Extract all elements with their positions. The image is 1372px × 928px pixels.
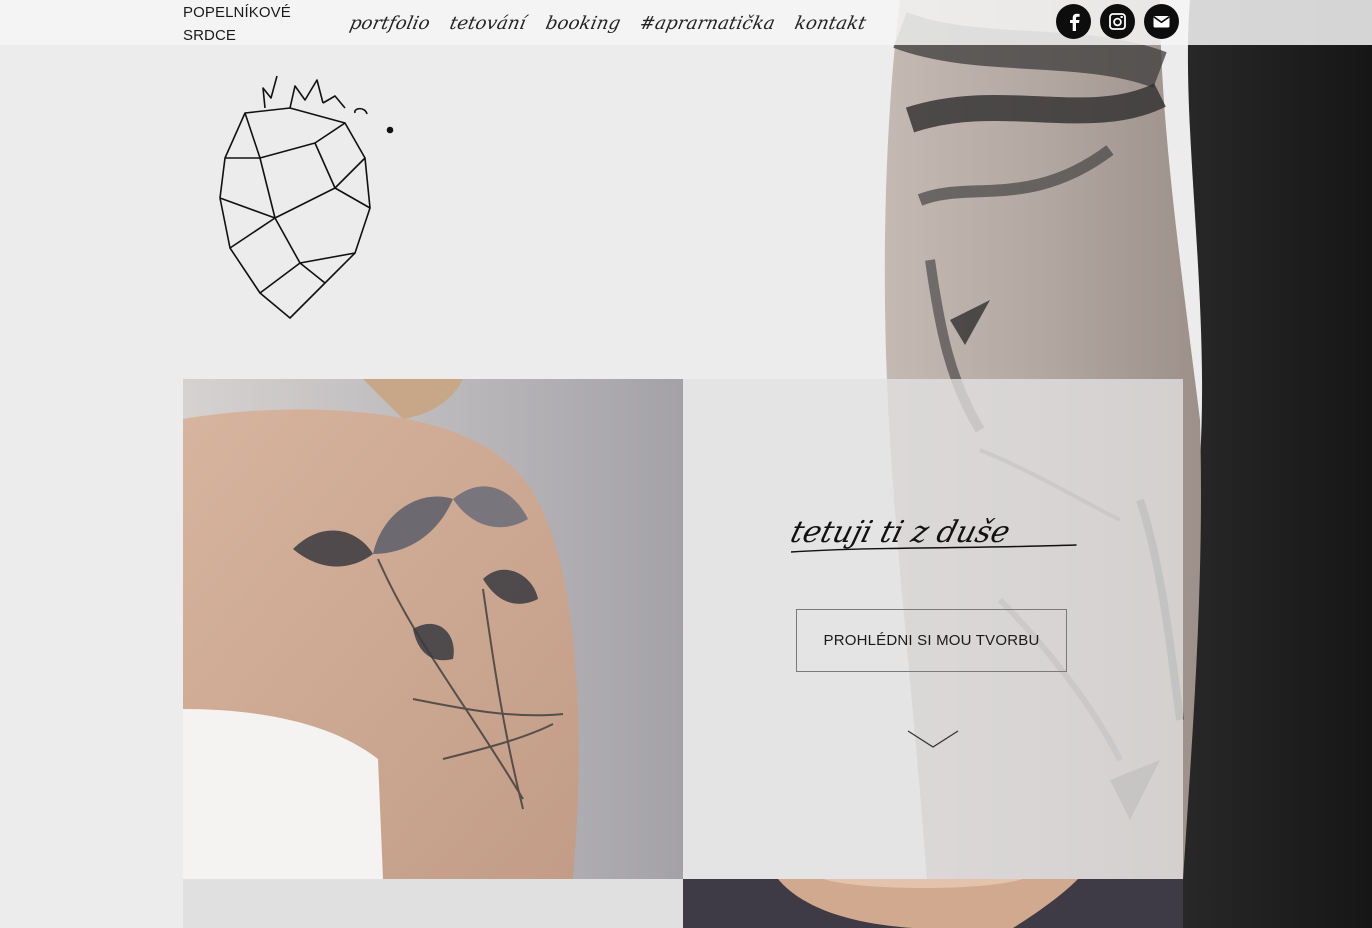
featured-tattoo-photo[interactable] bbox=[183, 379, 683, 879]
heart-sketch-illustration bbox=[205, 68, 415, 328]
social-links bbox=[1056, 4, 1179, 39]
instagram-icon bbox=[1109, 13, 1126, 30]
nav-tetovani[interactable]: tetování bbox=[448, 13, 528, 34]
brand-line-2: SRDCE bbox=[183, 27, 237, 44]
nav-kontakt[interactable]: kontakt bbox=[793, 13, 868, 34]
brand-logo-link[interactable]: POPELNÍKOVÉ SRDCE bbox=[183, 1, 303, 47]
facebook-button[interactable] bbox=[1056, 4, 1091, 39]
tagline-text: tetuji ti z duše bbox=[791, 515, 1014, 549]
nav-booking[interactable]: booking bbox=[543, 13, 622, 34]
scroll-down-chevron-icon[interactable] bbox=[907, 729, 959, 749]
view-portfolio-button[interactable]: PROHLÉDNI SI MOU TVORBU bbox=[796, 609, 1067, 672]
nav-aprarnaticka[interactable]: #aprarnatička bbox=[638, 13, 777, 34]
tagline-handwritten: tetuji ti z duše bbox=[787, 497, 1081, 587]
top-navigation-bar: POPELNÍKOVÉ SRDCE portfolio tetování boo… bbox=[0, 0, 1372, 45]
email-button[interactable] bbox=[1144, 4, 1179, 39]
facebook-icon bbox=[1069, 13, 1080, 31]
grid-tile-bottom-left bbox=[183, 879, 683, 928]
intro-panel: tetuji ti z duše PROHLÉDNI SI MOU TVORBU bbox=[683, 379, 1183, 879]
envelope-icon bbox=[1153, 16, 1170, 28]
main-nav: portfolio tetování booking #aprarnatička… bbox=[348, 4, 868, 42]
brand-line-1: POPELNÍKOVÉ bbox=[183, 4, 291, 21]
nav-portfolio[interactable]: portfolio bbox=[348, 13, 432, 34]
instagram-button[interactable] bbox=[1100, 4, 1135, 39]
grid-tile-bottom-right-photo[interactable] bbox=[683, 879, 1183, 928]
